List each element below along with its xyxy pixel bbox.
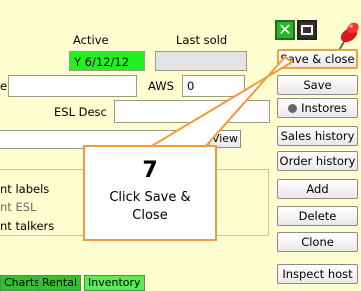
tutorial-callout: 7 Click Save & Close	[83, 145, 217, 241]
callout-step-number: 7	[142, 158, 158, 183]
callout-pointer	[149, 56, 293, 148]
callout-text: Click Save & Close	[109, 190, 191, 223]
